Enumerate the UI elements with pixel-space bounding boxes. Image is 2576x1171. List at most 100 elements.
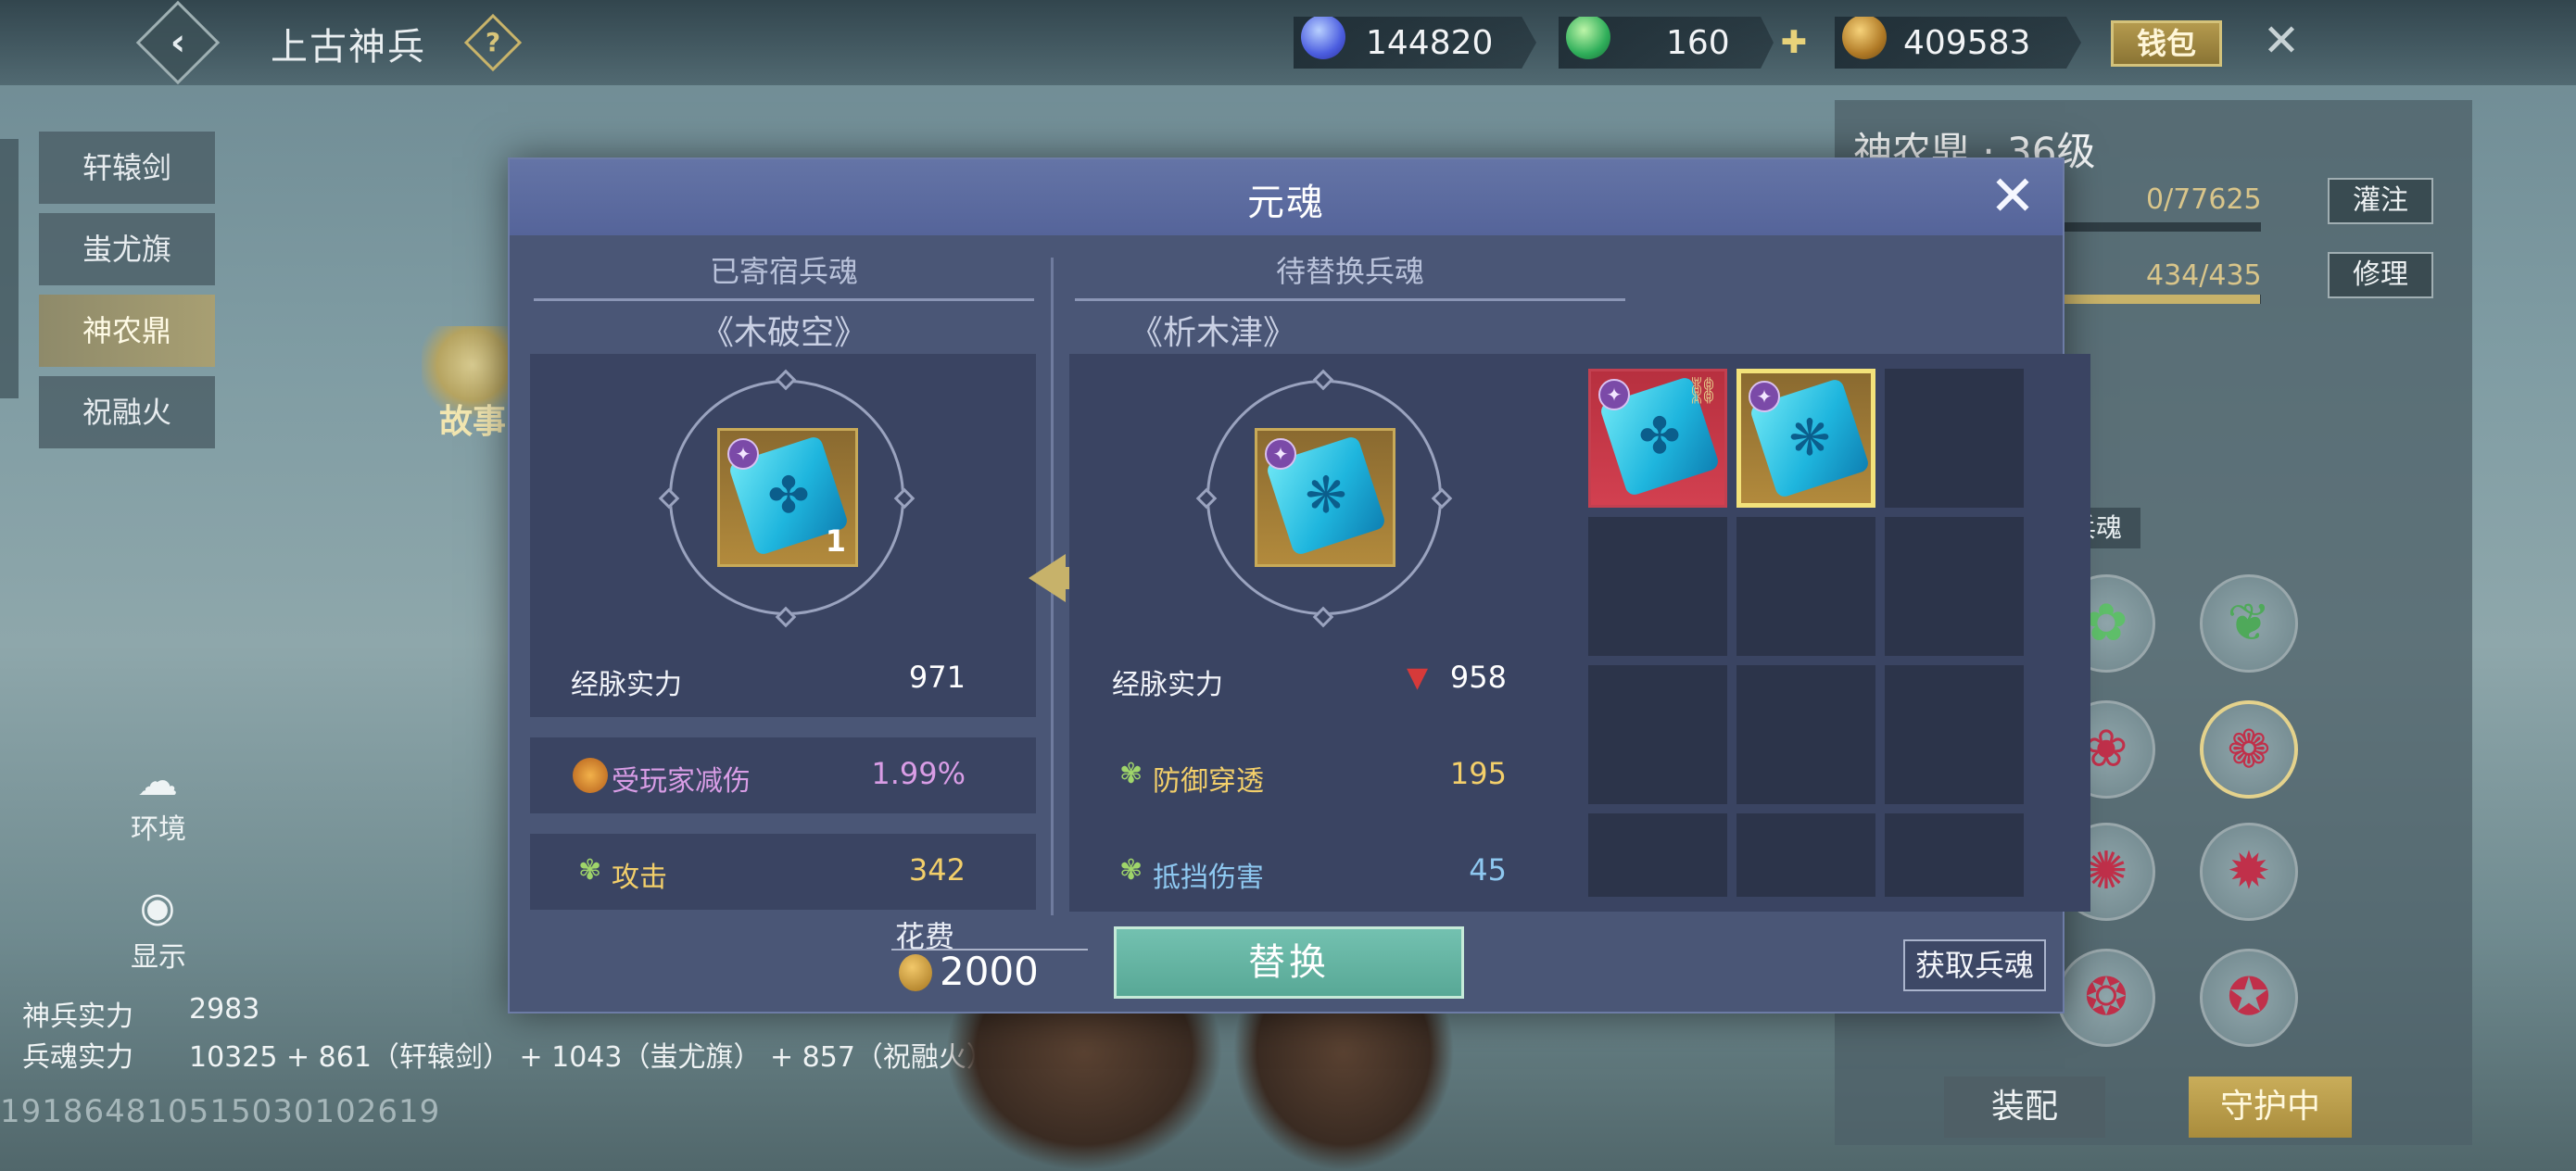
blue-gem-icon: [1301, 17, 1345, 59]
soul-modal: 元魂 ✕ 已寄宿兵魂 《木破空》 ✤ ✦ 1 经脉实力 971 受玩家减伤 1.…: [508, 157, 2090, 1014]
stat-row: 受玩家减伤 1.99%: [530, 737, 1036, 813]
wallet-button[interactable]: 钱包: [2111, 20, 2222, 67]
red-soul-icon: ❁: [2227, 720, 2271, 780]
sidebar-item-zhurong[interactable]: 祝融火: [39, 376, 215, 448]
red-soul-icon: ✪: [2227, 967, 2271, 1027]
equip-button[interactable]: 装配: [1944, 1077, 2105, 1138]
hosted-soul-header: 已寄宿兵魂: [709, 254, 858, 289]
question-icon: ?: [485, 27, 501, 57]
stat-value: 45: [1469, 852, 1507, 888]
inventory-soul-item-selected[interactable]: ❋ ✦: [1736, 369, 1875, 508]
inventory-slot[interactable]: [1588, 517, 1727, 656]
inventory-slot[interactable]: [1588, 665, 1727, 804]
sidebar-edge: [0, 139, 19, 398]
character-figure: [1232, 1001, 1455, 1171]
soul-power-value: 10325 + 861（轩辕剑） + 1043（蚩尤旗） + 857（祝融火）: [189, 1041, 994, 1074]
green-soul-icon: ❦: [2227, 593, 2271, 653]
currency-value: 409583: [1903, 24, 2031, 62]
hosted-soul-name: 《木破空》: [700, 314, 867, 352]
red-soul-icon: ✹: [2227, 841, 2271, 901]
stat-value: 195: [1449, 756, 1507, 791]
leaf-icon: ✾: [578, 854, 602, 887]
pending-soul-name: 《析木津》: [1129, 314, 1296, 352]
inventory-slot[interactable]: [1885, 813, 2024, 897]
currency-jade-coin[interactable]: 160: [1559, 17, 1774, 69]
display-label: 显示: [131, 941, 186, 974]
currency-blue-gem[interactable]: 144820: [1294, 17, 1536, 69]
sidebar-item-chiyou[interactable]: 蚩尤旗: [39, 213, 215, 285]
jade-coin-icon: [1566, 17, 1610, 59]
inventory-slot[interactable]: [1885, 665, 2024, 804]
replace-button[interactable]: 替换: [1114, 926, 1464, 999]
pending-soul-item[interactable]: ❋ ✦: [1255, 428, 1395, 567]
eye-icon[interactable]: ◉: [130, 884, 185, 931]
pending-soul-area: ❋ ✦ ✤ ✦ ⛓ ❋ ✦: [1069, 354, 2090, 912]
soul-slot[interactable]: ✪: [2200, 949, 2298, 1047]
soul-slot-selected[interactable]: ❁: [2200, 700, 2298, 799]
down-arrow-icon: ▼: [1407, 661, 1429, 694]
weapon-power-value: 2983: [189, 993, 260, 1026]
inventory-slot[interactable]: [1885, 517, 2024, 656]
stat-label: 攻击: [612, 862, 667, 894]
link-icon: ⛓: [1686, 375, 1719, 406]
close-icon[interactable]: ✕: [2257, 17, 2305, 65]
stat-label: 抵挡伤害: [1153, 862, 1264, 894]
stat-value: 342: [908, 852, 966, 888]
stat-label: 受玩家减伤: [612, 765, 751, 798]
environment-icon[interactable]: ☁: [130, 758, 185, 805]
inventory-slot[interactable]: [1736, 665, 1875, 804]
repair-button[interactable]: 修理: [2328, 252, 2433, 298]
soul-type-badge-icon: ✦: [727, 438, 759, 470]
get-soul-button[interactable]: 获取兵魂: [1903, 939, 2046, 991]
chevron-left-icon: ‹: [170, 21, 186, 64]
page-title: 上古神兵: [271, 26, 426, 69]
currency-value: 144820: [1366, 24, 1494, 62]
stat-row: 经脉实力 ▼ 958: [1071, 641, 1577, 717]
inventory-slot[interactable]: [1736, 517, 1875, 656]
stat-value: 958: [1449, 660, 1507, 695]
stat-row: ✾ 攻击 342: [530, 834, 1036, 910]
stat-row: 经脉实力 971: [530, 641, 1036, 717]
gold-coin-icon: [899, 954, 932, 991]
durability-text: 434/435: [2146, 259, 2262, 292]
red-soul-icon: ❂: [2084, 967, 2128, 1027]
close-icon[interactable]: ✕: [1983, 167, 2042, 226]
divider: [534, 298, 1034, 301]
sidebar-item-xuanyuan[interactable]: 轩辕剑: [39, 132, 215, 204]
inventory-slot[interactable]: [1736, 813, 1875, 897]
modal-title: 元魂: [1247, 182, 1325, 224]
soul-power-label: 兵魂实力: [22, 1041, 133, 1074]
currency-value: 160: [1666, 24, 1730, 62]
hosted-soul-item[interactable]: ✤ ✦ 1: [717, 428, 858, 567]
inventory-soul-item[interactable]: ✤ ✦ ⛓: [1588, 369, 1727, 508]
soul-slot[interactable]: ✹: [2200, 823, 2298, 921]
stat-row: ✾ 抵挡伤害 45: [1071, 834, 1577, 910]
stat-value: 971: [908, 660, 966, 695]
leaf-icon: ✾: [1119, 854, 1143, 887]
spiral-icon: [573, 758, 608, 793]
stat-label: 经脉实力: [1112, 669, 1223, 701]
add-currency-icon[interactable]: ✚: [1777, 26, 1811, 59]
soul-slot[interactable]: ❂: [2057, 949, 2155, 1047]
soul-slot[interactable]: ❦: [2200, 574, 2298, 673]
stat-row: ✾ 防御穿透 195: [1071, 737, 1577, 813]
leaf-icon: ✾: [1119, 758, 1143, 790]
uid-watermark: 19186481051503010261​9: [0, 1093, 441, 1130]
infuse-progress-text: 0/77625: [2146, 183, 2262, 216]
soul-type-badge-icon: ✦: [1265, 438, 1296, 470]
guarding-button[interactable]: 守护中: [2189, 1077, 2352, 1138]
item-count: 1: [825, 523, 846, 559]
currency-gold-coin[interactable]: 409583: [1835, 17, 2081, 69]
sidebar-item-shennong[interactable]: 神农鼎: [39, 295, 215, 367]
inventory-slot[interactable]: [1588, 813, 1727, 897]
pending-soul-header: 待替换兵魂: [1275, 254, 1424, 289]
cost-value: 2000: [940, 949, 1039, 994]
divider: [1075, 298, 1625, 301]
environment-label: 环境: [131, 813, 186, 846]
infuse-button[interactable]: 灌注: [2328, 178, 2433, 224]
inventory-slot[interactable]: [1885, 369, 2024, 508]
character-figure: [945, 1001, 1223, 1171]
soul-type-badge-icon: ✦: [1598, 379, 1630, 410]
soul-type-badge-icon: ✦: [1749, 381, 1780, 412]
gold-coin-icon: [1842, 17, 1887, 59]
